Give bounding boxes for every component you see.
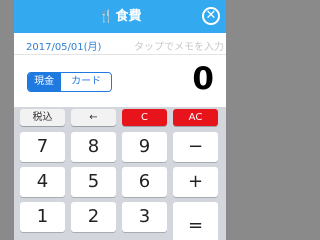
payment-card-option[interactable]: カード bbox=[60, 73, 111, 91]
key-6[interactable]: 6 bbox=[122, 167, 167, 197]
date-memo-row: 2017/05/01(月) タップでメモを入力 bbox=[14, 33, 226, 55]
function-key-row: 税込 ← C AC bbox=[14, 107, 226, 130]
plus-key[interactable]: + bbox=[173, 167, 218, 197]
category-label: 食費 bbox=[115, 9, 142, 24]
key-3[interactable]: 3 bbox=[122, 202, 167, 232]
clear-button[interactable]: C bbox=[122, 109, 167, 126]
key-2[interactable]: 2 bbox=[71, 202, 116, 232]
expense-entry-sheet: 🍴 食費 ✕ 2017/05/01(月) タップでメモを入力 現金 カード 0 税… bbox=[14, 0, 226, 240]
key-9[interactable]: 9 bbox=[122, 132, 167, 162]
memo-input[interactable]: タップでメモを入力 bbox=[134, 38, 224, 53]
date-button[interactable]: 2017/05/01(月) bbox=[26, 38, 101, 53]
key-4[interactable]: 4 bbox=[20, 167, 65, 197]
header-bar: 🍴 食費 ✕ bbox=[14, 0, 226, 33]
key-7[interactable]: 7 bbox=[20, 132, 65, 162]
all-clear-button[interactable]: AC bbox=[173, 109, 218, 126]
key-8[interactable]: 8 bbox=[71, 132, 116, 162]
tax-included-button[interactable]: 税込 bbox=[20, 109, 65, 126]
equals-key[interactable]: = bbox=[173, 202, 218, 240]
key-1[interactable]: 1 bbox=[20, 202, 65, 232]
close-icon[interactable]: ✕ bbox=[202, 7, 220, 25]
amount-display: 0 bbox=[192, 61, 214, 97]
category-title: 🍴 食費 bbox=[14, 8, 226, 25]
payment-amount-row: 現金 カード 0 bbox=[14, 55, 226, 107]
payment-cash-option[interactable]: 現金 bbox=[28, 73, 61, 91]
key-5[interactable]: 5 bbox=[71, 167, 116, 197]
minus-key[interactable]: − bbox=[173, 132, 218, 162]
keypad: 税込 ← C AC 7 8 9 − 4 5 6 + 1 2 3 = bbox=[14, 107, 226, 240]
backspace-button[interactable]: ← bbox=[71, 109, 116, 126]
fork-knife-icon: 🍴 bbox=[98, 9, 114, 23]
payment-method-toggle: 現金 カード bbox=[27, 72, 112, 92]
